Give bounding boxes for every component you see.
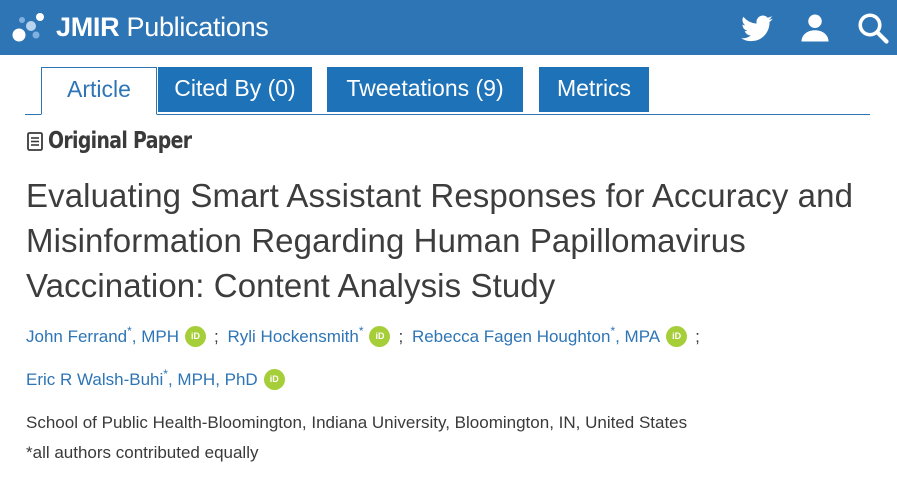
author-credential: , MPH <box>131 327 180 346</box>
author-name: John Ferrand <box>26 327 128 346</box>
tab-article[interactable]: Article <box>41 67 157 115</box>
orcid-label: iD <box>375 331 385 341</box>
author-link[interactable]: John Ferrand*, MPH <box>26 324 180 346</box>
author-link[interactable]: Eric R Walsh-Buhi*, MPH, PhD <box>26 367 258 389</box>
jmir-logo-icon <box>12 13 44 42</box>
brand-light: Publications <box>126 11 269 42</box>
paper-type-label: Original Paper <box>48 128 192 154</box>
author-name: Ryli Hockensmith <box>227 327 359 346</box>
user-icon[interactable] <box>797 10 833 46</box>
tab-tweetations[interactable]: Tweetations (9) <box>327 67 523 112</box>
author-name: Rebecca Fagen Houghton <box>411 327 611 346</box>
tab-metrics[interactable]: Metrics <box>539 67 649 112</box>
author-list: John Ferrand*, MPH iD; Ryli Hockensmith* i… <box>26 324 886 347</box>
author-affiliation: School of Public Health-Bloomington, Ind… <box>26 413 688 432</box>
orcid-label: iD <box>191 331 201 341</box>
article-tabs: Article Cited By (0) Tweetations (9) Met… <box>25 67 870 115</box>
orcid-icon[interactable]: iD <box>369 326 391 347</box>
document-icon <box>27 131 43 151</box>
author-credential: , MPA <box>615 327 661 346</box>
orcid-icon[interactable]: iD <box>666 326 688 347</box>
author-link[interactable]: Ryli Hockensmith* <box>227 324 364 346</box>
tab-cited-by[interactable]: Cited By (0) <box>158 67 312 112</box>
jmir-logo[interactable]: JMIR Publications <box>10 8 269 46</box>
brand-strong: JMIR <box>56 11 120 42</box>
article-title: Evaluating Smart Assistant Responses for… <box>26 177 854 304</box>
author-star: * <box>358 324 364 338</box>
contribution-note: *all authors contributed equally <box>26 443 259 462</box>
author-credential: , MPH, PhD <box>167 370 258 389</box>
author-name: Eric R Walsh-Buhi <box>26 370 164 389</box>
author-link[interactable]: Rebecca Fagen Houghton*, MPA <box>411 324 661 346</box>
orcid-icon[interactable]: iD <box>185 326 207 347</box>
orcid-label: iD <box>269 374 279 384</box>
author-separator: ; <box>695 327 700 346</box>
author-list-continued: Eric R Walsh-Buhi*, MPH, PhD iD <box>26 367 886 390</box>
author-separator: ; <box>398 327 404 346</box>
twitter-icon[interactable] <box>739 10 775 46</box>
site-header: JMIR Publications <box>0 0 897 55</box>
search-icon[interactable] <box>855 10 891 46</box>
brand-name: JMIR Publications <box>56 12 269 43</box>
orcid-icon[interactable]: iD <box>263 369 285 390</box>
paper-type: Original Paper <box>27 128 223 154</box>
author-separator: ; <box>214 327 219 346</box>
orcid-label: iD <box>672 331 682 341</box>
